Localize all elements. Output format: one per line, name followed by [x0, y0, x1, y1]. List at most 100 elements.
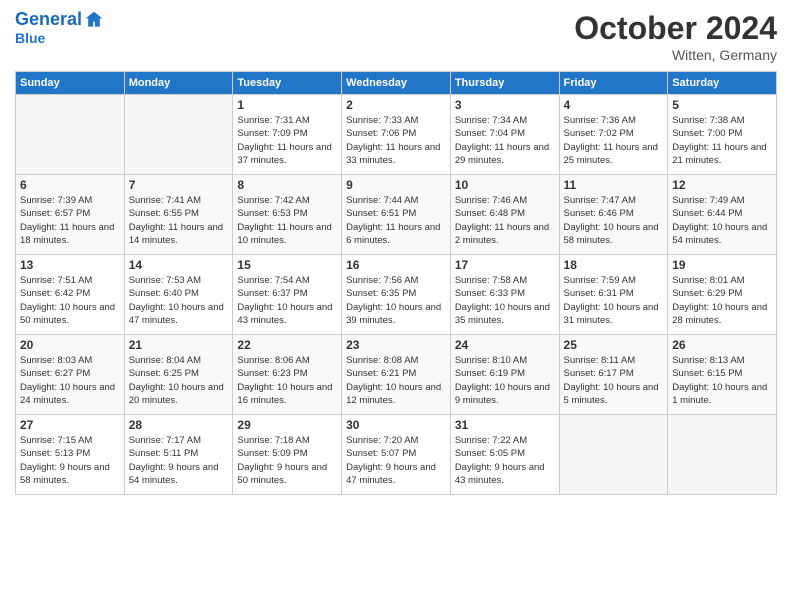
day-number: 11 [564, 178, 664, 192]
title-block: October 2024 Witten, Germany [574, 10, 777, 63]
day-number: 3 [455, 98, 555, 112]
calendar-cell: 5 Sunrise: 7:38 AMSunset: 7:00 PMDaylight… [668, 95, 777, 175]
calendar-cell: 23Sunrise: 8:08 AMSunset: 6:21 PMDayligh… [342, 335, 451, 415]
calendar-cell: 27Sunrise: 7:15 AMSunset: 5:13 PMDayligh… [16, 415, 125, 495]
calendar-week-5: 27Sunrise: 7:15 AMSunset: 5:13 PMDayligh… [16, 415, 777, 495]
day-number: 23 [346, 338, 446, 352]
calendar-cell: 13 Sunrise: 7:51 AMSunset: 6:42 PMDayligh… [16, 255, 125, 335]
calendar-week-1: 1 Sunrise: 7:31 AMSunset: 7:09 PMDaylight… [16, 95, 777, 175]
location: Witten, Germany [574, 47, 777, 63]
day-number: 28 [129, 418, 229, 432]
day-number: 8 [237, 178, 337, 192]
calendar-cell: 28 Sunrise: 7:17 AMSunset: 5:11 PMDayligh… [124, 415, 233, 495]
day-number: 31 [455, 418, 555, 432]
calendar-cell [559, 415, 668, 495]
day-info: Sunrise: 7:15 AMSunset: 5:13 PMDaylight:… [20, 434, 120, 487]
calendar-cell: 9 Sunrise: 7:44 AMSunset: 6:51 PMDaylight… [342, 175, 451, 255]
day-info: Sunrise: 7:59 AMSunset: 6:31 PMDaylight:… [564, 274, 664, 327]
day-info: Sunrise: 7:51 AMSunset: 6:42 PMDaylight:… [20, 274, 120, 327]
day-number: 18 [564, 258, 664, 272]
day-number: 5 [672, 98, 772, 112]
calendar-cell: 15 Sunrise: 7:54 AMSunset: 6:37 PMDayligh… [233, 255, 342, 335]
day-info: Sunrise: 7:38 AMSunset: 7:00 PMDaylight:… [672, 114, 772, 167]
day-info: Sunrise: 7:39 AMSunset: 6:57 PMDaylight:… [20, 194, 120, 247]
day-info: Sunrise: 7:18 AMSunset: 5:09 PMDaylight:… [237, 434, 337, 487]
calendar-week-4: 20 Sunrise: 8:03 AMSunset: 6:27 PMDayligh… [16, 335, 777, 415]
calendar-cell: 7 Sunrise: 7:41 AMSunset: 6:55 PMDaylight… [124, 175, 233, 255]
day-info: Sunrise: 7:42 AMSunset: 6:53 PMDaylight:… [237, 194, 337, 247]
day-number: 22 [237, 338, 337, 352]
day-info: Sunrise: 8:13 AMSunset: 6:15 PMDaylight:… [672, 354, 772, 407]
weekday-header-friday: Friday [559, 72, 668, 95]
day-info: Sunrise: 7:33 AMSunset: 7:06 PMDaylight:… [346, 114, 446, 167]
day-info: Sunrise: 7:17 AMSunset: 5:11 PMDaylight:… [129, 434, 229, 487]
calendar-cell: 1 Sunrise: 7:31 AMSunset: 7:09 PMDaylight… [233, 95, 342, 175]
calendar-cell: 19 Sunrise: 8:01 AMSunset: 6:29 PMDayligh… [668, 255, 777, 335]
calendar-cell: 29Sunrise: 7:18 AMSunset: 5:09 PMDayligh… [233, 415, 342, 495]
day-info: Sunrise: 7:44 AMSunset: 6:51 PMDaylight:… [346, 194, 446, 247]
weekday-header-sunday: Sunday [16, 72, 125, 95]
calendar-cell: 16Sunrise: 7:56 AMSunset: 6:35 PMDayligh… [342, 255, 451, 335]
day-number: 12 [672, 178, 772, 192]
day-info: Sunrise: 7:41 AMSunset: 6:55 PMDaylight:… [129, 194, 229, 247]
calendar-cell: 22 Sunrise: 8:06 AMSunset: 6:23 PMDayligh… [233, 335, 342, 415]
weekday-header-row: SundayMondayTuesdayWednesdayThursdayFrid… [16, 72, 777, 95]
calendar-cell: 26 Sunrise: 8:13 AMSunset: 6:15 PMDayligh… [668, 335, 777, 415]
calendar-cell: 30 Sunrise: 7:20 AMSunset: 5:07 PMDayligh… [342, 415, 451, 495]
day-number: 15 [237, 258, 337, 272]
day-number: 6 [20, 178, 120, 192]
day-info: Sunrise: 7:46 AMSunset: 6:48 PMDaylight:… [455, 194, 555, 247]
calendar-week-3: 13 Sunrise: 7:51 AMSunset: 6:42 PMDayligh… [16, 255, 777, 335]
weekday-header-tuesday: Tuesday [233, 72, 342, 95]
calendar-cell: 3 Sunrise: 7:34 AMSunset: 7:04 PMDaylight… [450, 95, 559, 175]
calendar-cell [668, 415, 777, 495]
logo-blue: Blue [15, 30, 104, 46]
day-info: Sunrise: 8:06 AMSunset: 6:23 PMDaylight:… [237, 354, 337, 407]
day-number: 25 [564, 338, 664, 352]
day-number: 26 [672, 338, 772, 352]
month-title: October 2024 [574, 10, 777, 47]
day-info: Sunrise: 8:01 AMSunset: 6:29 PMDaylight:… [672, 274, 772, 327]
day-info: Sunrise: 7:53 AMSunset: 6:40 PMDaylight:… [129, 274, 229, 327]
day-info: Sunrise: 7:49 AMSunset: 6:44 PMDaylight:… [672, 194, 772, 247]
calendar-cell: 21 Sunrise: 8:04 AMSunset: 6:25 PMDayligh… [124, 335, 233, 415]
day-number: 2 [346, 98, 446, 112]
day-info: Sunrise: 7:20 AMSunset: 5:07 PMDaylight:… [346, 434, 446, 487]
logo: General Blue [15, 10, 104, 46]
calendar-cell: 31Sunrise: 7:22 AMSunset: 5:05 PMDayligh… [450, 415, 559, 495]
day-number: 9 [346, 178, 446, 192]
day-number: 19 [672, 258, 772, 272]
weekday-header-saturday: Saturday [668, 72, 777, 95]
day-number: 1 [237, 98, 337, 112]
day-number: 30 [346, 418, 446, 432]
day-info: Sunrise: 7:31 AMSunset: 7:09 PMDaylight:… [237, 114, 337, 167]
day-number: 7 [129, 178, 229, 192]
calendar-cell: 2 Sunrise: 7:33 AMSunset: 7:06 PMDaylight… [342, 95, 451, 175]
calendar-cell: 25Sunrise: 8:11 AMSunset: 6:17 PMDayligh… [559, 335, 668, 415]
calendar-cell: 8 Sunrise: 7:42 AMSunset: 6:53 PMDaylight… [233, 175, 342, 255]
calendar-table: SundayMondayTuesdayWednesdayThursdayFrid… [15, 71, 777, 495]
calendar-cell: 20 Sunrise: 8:03 AMSunset: 6:27 PMDayligh… [16, 335, 125, 415]
logo-icon [84, 10, 104, 30]
calendar-cell: 4 Sunrise: 7:36 AMSunset: 7:02 PMDaylight… [559, 95, 668, 175]
calendar-cell: 12 Sunrise: 7:49 AMSunset: 6:44 PMDayligh… [668, 175, 777, 255]
day-info: Sunrise: 7:36 AMSunset: 7:02 PMDaylight:… [564, 114, 664, 167]
day-info: Sunrise: 7:34 AMSunset: 7:04 PMDaylight:… [455, 114, 555, 167]
day-info: Sunrise: 7:58 AMSunset: 6:33 PMDaylight:… [455, 274, 555, 327]
day-number: 13 [20, 258, 120, 272]
calendar-week-2: 6 Sunrise: 7:39 AMSunset: 6:57 PMDaylight… [16, 175, 777, 255]
day-number: 4 [564, 98, 664, 112]
logo-text: General [15, 10, 82, 30]
weekday-header-wednesday: Wednesday [342, 72, 451, 95]
day-number: 24 [455, 338, 555, 352]
day-number: 21 [129, 338, 229, 352]
day-info: Sunrise: 8:10 AMSunset: 6:19 PMDaylight:… [455, 354, 555, 407]
weekday-header-monday: Monday [124, 72, 233, 95]
day-info: Sunrise: 7:54 AMSunset: 6:37 PMDaylight:… [237, 274, 337, 327]
calendar-cell: 17Sunrise: 7:58 AMSunset: 6:33 PMDayligh… [450, 255, 559, 335]
calendar-cell: 11Sunrise: 7:47 AMSunset: 6:46 PMDayligh… [559, 175, 668, 255]
day-info: Sunrise: 8:04 AMSunset: 6:25 PMDaylight:… [129, 354, 229, 407]
day-number: 20 [20, 338, 120, 352]
day-info: Sunrise: 8:03 AMSunset: 6:27 PMDaylight:… [20, 354, 120, 407]
calendar-cell: 24 Sunrise: 8:10 AMSunset: 6:19 PMDayligh… [450, 335, 559, 415]
